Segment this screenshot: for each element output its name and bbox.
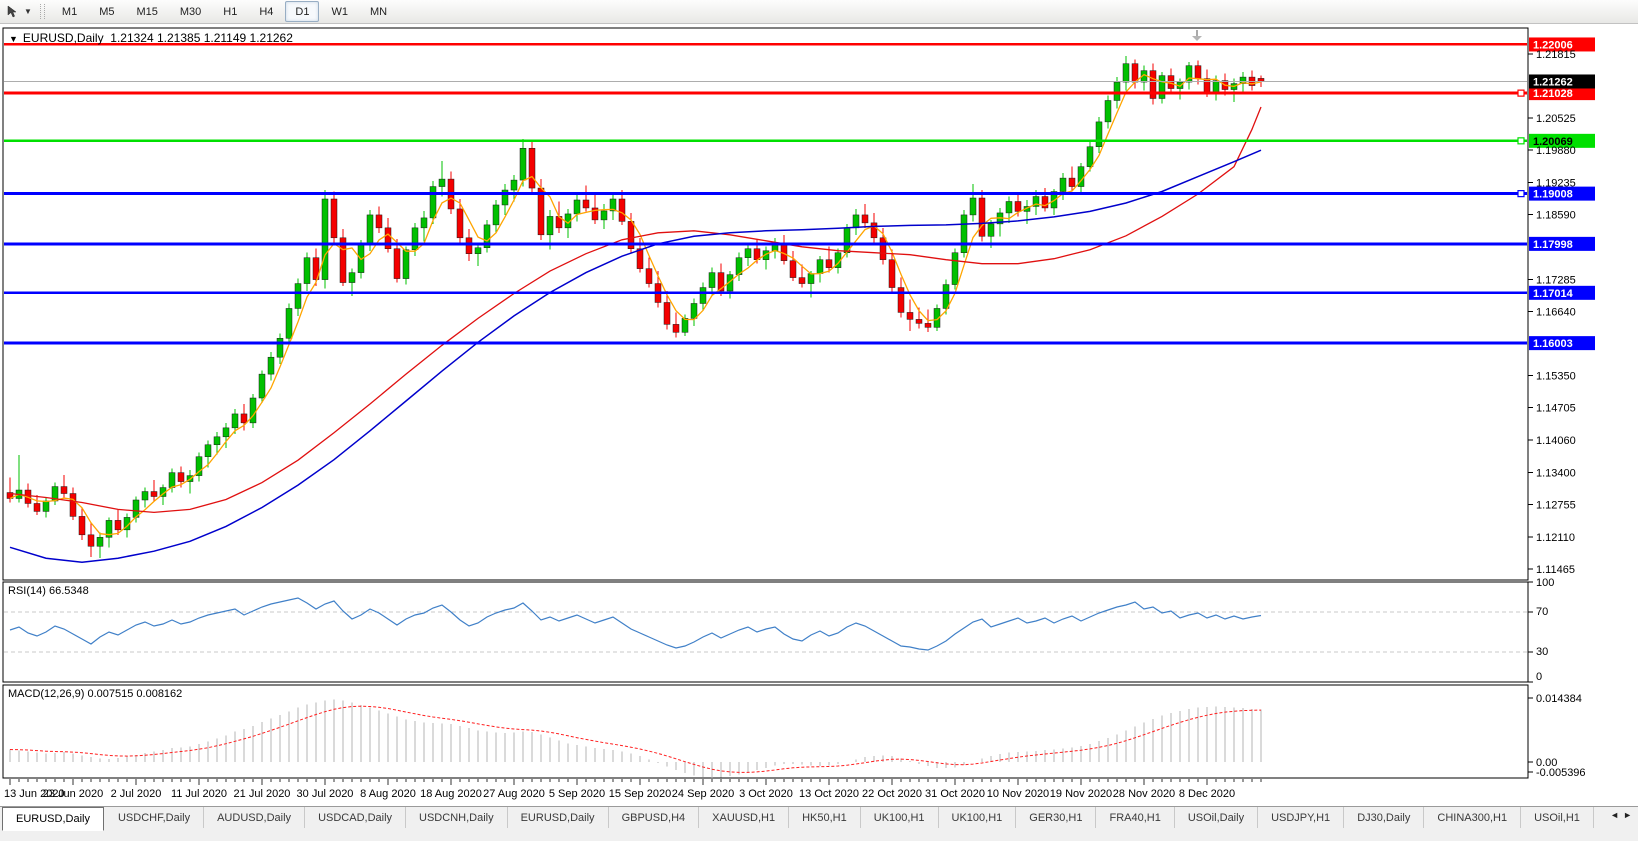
symbol-tab-usoil-daily[interactable]: USOil,Daily [1175, 807, 1258, 828]
svg-text:1.14060: 1.14060 [1536, 435, 1576, 447]
svg-text:18 Aug 2020: 18 Aug 2020 [420, 788, 482, 800]
svg-text:1.14705: 1.14705 [1536, 403, 1576, 415]
time-axis: 13 Jun 202023 Jun 20202 Jul 202011 Jul 2… [4, 779, 1261, 800]
timeframe-button-mn[interactable]: MN [360, 1, 397, 22]
svg-text:1.21028: 1.21028 [1533, 88, 1573, 100]
symbol-tab-gbpusd-h4[interactable]: GBPUSD,H4 [609, 807, 700, 828]
svg-text:5 Sep 2020: 5 Sep 2020 [549, 788, 605, 800]
svg-text:1.18590: 1.18590 [1536, 209, 1576, 221]
svg-text:23 Jun 2020: 23 Jun 2020 [43, 788, 104, 800]
svg-text:28 Nov 2020: 28 Nov 2020 [1113, 788, 1175, 800]
svg-text:1.19880: 1.19880 [1536, 145, 1576, 157]
svg-text:3 Oct 2020: 3 Oct 2020 [739, 788, 793, 800]
tab-scroll-right-icon[interactable]: ► [1623, 810, 1632, 820]
tab-scroll-arrows: ◄ ► [1606, 808, 1636, 822]
symbol-tab-xauusd-h1[interactable]: XAUUSD,H1 [699, 807, 789, 828]
dropdown-caret-icon: ▼ [24, 7, 32, 16]
macd-indicator-label: MACD(12,26,9) 0.007515 0.008162 [8, 688, 182, 700]
symbol-tab-usdcnh-daily[interactable]: USDCNH,Daily [406, 807, 508, 828]
timeframe-button-m30[interactable]: M30 [170, 1, 211, 22]
timeframe-toolbar: ▼ M1M5M15M30H1H4D1W1MN [0, 0, 1638, 24]
timeframe-button-w1[interactable]: W1 [321, 1, 358, 22]
svg-text:1.15350: 1.15350 [1536, 371, 1576, 383]
svg-text:24 Sep 2020: 24 Sep 2020 [672, 788, 734, 800]
svg-text:30: 30 [1536, 646, 1548, 658]
timeframe-button-m1[interactable]: M1 [52, 1, 87, 22]
timeframe-button-m15[interactable]: M15 [126, 1, 167, 22]
chart-canvas[interactable]: 1.220061.210281.200691.190081.179981.170… [0, 0, 1638, 806]
svg-text:100: 100 [1536, 577, 1554, 589]
symbol-tabbar: EURUSD,DailyUSDCHF,DailyAUDUSD,DailyUSDC… [0, 806, 1638, 841]
svg-text:13 Oct 2020: 13 Oct 2020 [799, 788, 859, 800]
toolbar-grip[interactable] [40, 4, 45, 19]
symbol-tab-usdjpy-h1[interactable]: USDJPY,H1 [1258, 807, 1344, 828]
symbol-tab-china300-h1[interactable]: CHINA300,H1 [1424, 807, 1521, 828]
svg-text:1.17285: 1.17285 [1536, 274, 1576, 286]
chart-title: ▼ EURUSD,Daily 1.21324 1.21385 1.21149 1.… [9, 31, 293, 45]
rsi-indicator-label: RSI(14) 66.5348 [8, 585, 89, 597]
svg-text:1.20525: 1.20525 [1536, 113, 1576, 125]
svg-text:1.21815: 1.21815 [1536, 49, 1576, 61]
symbol-tab-usdchf-daily[interactable]: USDCHF,Daily [105, 807, 204, 828]
symbol-tab-eurusd-daily[interactable]: EURUSD,Daily [2, 807, 104, 831]
timeframe-button-h1[interactable]: H1 [213, 1, 247, 22]
timeframe-button-h4[interactable]: H4 [249, 1, 283, 22]
svg-text:8 Aug 2020: 8 Aug 2020 [360, 788, 416, 800]
timeframe-button-d1[interactable]: D1 [285, 1, 319, 22]
svg-text:-0.005396: -0.005396 [1536, 767, 1586, 779]
svg-text:27 Aug 2020: 27 Aug 2020 [483, 788, 545, 800]
symbol-tab-audusd-daily[interactable]: AUDUSD,Daily [204, 807, 305, 828]
symbol-tab-uk100-h1[interactable]: UK100,H1 [861, 807, 939, 828]
chart-symbol-label: EURUSD,Daily [23, 31, 104, 45]
svg-text:11 Jul 2020: 11 Jul 2020 [171, 788, 227, 800]
svg-text:19 Nov 2020: 19 Nov 2020 [1050, 788, 1112, 800]
timeframe-button-m5[interactable]: M5 [89, 1, 124, 22]
symbol-tab-hk50-h1[interactable]: HK50,H1 [789, 807, 861, 828]
cursor-tool-button[interactable]: ▼ [3, 2, 35, 22]
chart-cursor-icon [6, 5, 22, 19]
svg-text:0: 0 [1536, 671, 1542, 683]
svg-text:30 Jul 2020: 30 Jul 2020 [297, 788, 354, 800]
svg-text:1.13400: 1.13400 [1536, 468, 1576, 480]
svg-text:0.014384: 0.014384 [1536, 693, 1582, 705]
symbol-tab-ger30-h1[interactable]: GER30,H1 [1016, 807, 1096, 828]
svg-text:1.12110: 1.12110 [1536, 532, 1575, 544]
svg-text:1.19235: 1.19235 [1536, 177, 1576, 189]
price-axis: 1.21815 1.20525 1.19880 1.19235 1.18590 1.172… [1528, 49, 1576, 576]
svg-text:1.11465: 1.11465 [1536, 564, 1575, 576]
svg-text:1.16640: 1.16640 [1536, 306, 1576, 318]
symbol-tab-fra40-h1[interactable]: FRA40,H1 [1096, 807, 1174, 828]
svg-text:21 Jul 2020: 21 Jul 2020 [234, 788, 291, 800]
svg-text:1.17998: 1.17998 [1533, 239, 1573, 251]
symbol-tab-dj30-daily[interactable]: DJ30,Daily [1344, 807, 1424, 828]
svg-text:1.12755: 1.12755 [1536, 500, 1576, 512]
svg-text:1.19008: 1.19008 [1533, 189, 1573, 201]
svg-text:8 Dec 2020: 8 Dec 2020 [1179, 788, 1235, 800]
collapse-arrow-icon[interactable]: ▼ [9, 34, 18, 44]
svg-text:22 Oct 2020: 22 Oct 2020 [862, 788, 922, 800]
symbol-tab-usdcad-daily[interactable]: USDCAD,Daily [305, 807, 406, 828]
chart-ohlc-values: 1.21324 1.21385 1.21149 1.21262 [110, 31, 293, 45]
tab-scroll-left-icon[interactable]: ◄ [1610, 810, 1619, 820]
symbol-tab-eurusd-daily[interactable]: EURUSD,Daily [508, 807, 609, 828]
svg-text:70: 70 [1536, 606, 1548, 618]
symbol-tab-uk100-h1[interactable]: UK100,H1 [939, 807, 1017, 828]
svg-text:1.17014: 1.17014 [1533, 288, 1574, 300]
svg-text:15 Sep 2020: 15 Sep 2020 [609, 788, 671, 800]
svg-text:1.21262: 1.21262 [1533, 76, 1573, 88]
trading-terminal-window: ▼ M1M5M15M30H1H4D1W1MN 1.220061.210281.2… [0, 0, 1638, 841]
svg-text:2 Jul 2020: 2 Jul 2020 [111, 788, 162, 800]
svg-text:10 Nov 2020: 10 Nov 2020 [987, 788, 1049, 800]
svg-text:31 Oct 2020: 31 Oct 2020 [925, 788, 985, 800]
svg-text:1.16003: 1.16003 [1533, 338, 1573, 350]
symbol-tab-usoil-h1[interactable]: USOil,H1 [1521, 807, 1594, 828]
